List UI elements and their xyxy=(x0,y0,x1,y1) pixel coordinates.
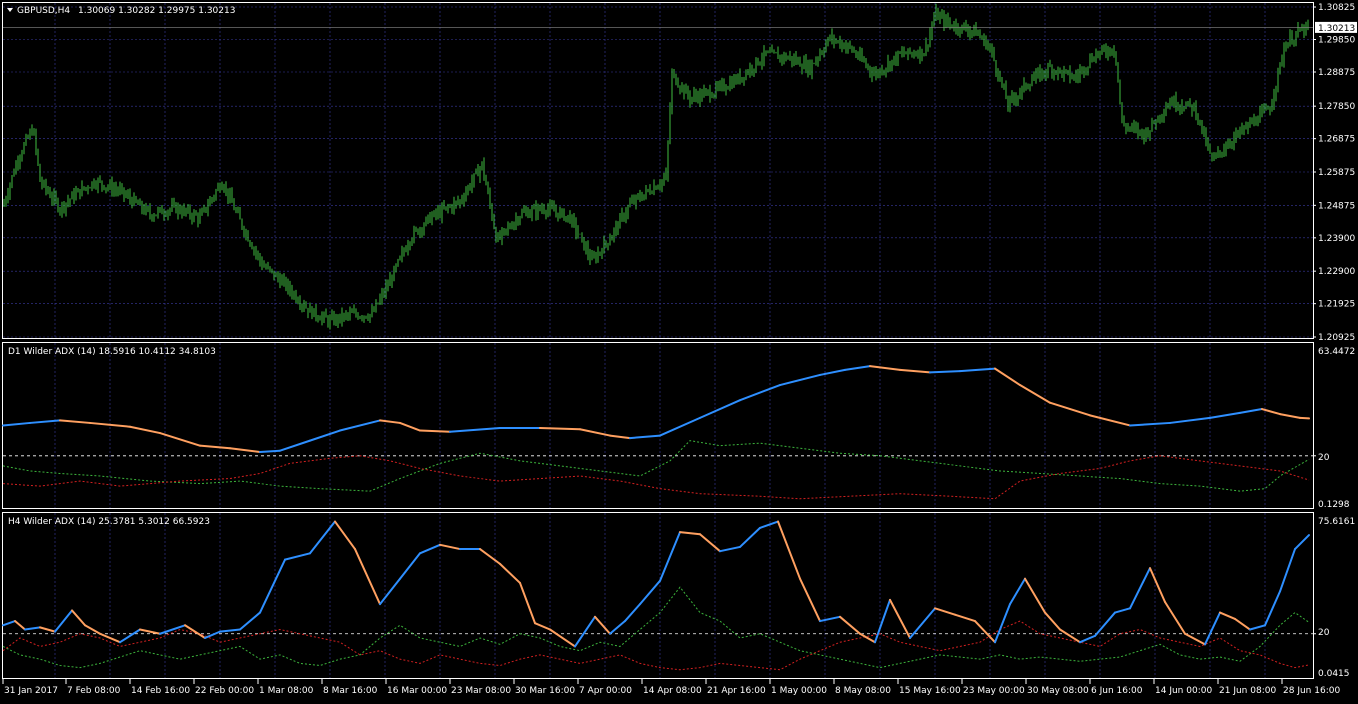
time-tick-label: 16 Mar 00:00 xyxy=(387,686,447,696)
time-tick-label: 23 Mar 08:00 xyxy=(451,686,511,696)
price-tick-label: 1.23900 xyxy=(1318,234,1355,244)
price-tick-label: 1.22900 xyxy=(1318,267,1355,277)
adx-d1-min: 0.1298 xyxy=(1318,500,1350,510)
adx-h4-min: 0.0415 xyxy=(1318,669,1350,679)
time-tick-label: 23 May 00:00 xyxy=(963,686,1025,696)
chart-window[interactable]: GBPUSD,H4 1.30069 1.30282 1.29975 1.3021… xyxy=(0,0,1358,700)
price-tick-label: 1.27850 xyxy=(1318,102,1355,112)
time-tick-label: 14 Feb 16:00 xyxy=(131,686,190,696)
time-tick-label: 14 Jun 00:00 xyxy=(1155,686,1212,696)
main-title: GBPUSD,H4 1.30069 1.30282 1.29975 1.3021… xyxy=(7,6,235,16)
price-tick-label: 1.21925 xyxy=(1318,300,1355,310)
adx-d1-max: 63.4472 xyxy=(1318,347,1355,357)
adx-line-segment xyxy=(259,449,281,453)
time-tick-label: 21 Apr 16:00 xyxy=(707,686,766,696)
adx-d1-level: 20 xyxy=(1318,453,1330,463)
adx-line-segment xyxy=(539,426,581,431)
adx-d1-title: D1 Wilder ADX (14) 18.5916 10.4112 34.81… xyxy=(8,347,216,357)
time-tick-label: 8 May 08:00 xyxy=(835,686,891,696)
adx-h4-max: 75.6161 xyxy=(1318,517,1355,527)
adx-line-segment xyxy=(929,370,961,374)
time-tick-label: 8 Mar 16:00 xyxy=(323,686,378,696)
time-tick-label: 31 Jan 2017 xyxy=(4,686,58,696)
time-tick-label: 21 Jun 08:00 xyxy=(1219,686,1276,696)
time-tick-label: 1 Mar 08:00 xyxy=(259,686,314,696)
time-tick-label: 7 Feb 08:00 xyxy=(67,686,121,696)
time-tick-label: 6 Jun 16:00 xyxy=(1091,686,1143,696)
adx-h4-title: H4 Wilder ADX (14) 25.3781 5.3012 66.592… xyxy=(8,517,210,527)
time-tick-label: 15 May 16:00 xyxy=(899,686,961,696)
symbol-label: GBPUSD,H4 xyxy=(17,6,70,16)
time-tick-label: 1 May 00:00 xyxy=(771,686,827,696)
current-price-value: 1.30213 xyxy=(1318,24,1355,34)
price-tick-label: 1.25875 xyxy=(1318,168,1355,178)
time-tick-label: 22 Feb 00:00 xyxy=(195,686,254,696)
ohlc-label: 1.30069 1.30282 1.29975 1.30213 xyxy=(78,6,235,16)
price-tick-label: 1.30825 xyxy=(1318,3,1355,13)
adx-h4-level: 20 xyxy=(1318,628,1330,638)
time-tick-label: 30 May 08:00 xyxy=(1027,686,1089,696)
time-tick-label: 14 Apr 08:00 xyxy=(643,686,702,696)
price-tick-label: 1.26875 xyxy=(1318,135,1355,145)
price-tick-label: 1.24875 xyxy=(1318,201,1355,211)
trading-terminal: GBPUSD,H4 1.30069 1.30282 1.29975 1.3021… xyxy=(0,0,1358,700)
price-tick-label: 1.28875 xyxy=(1318,68,1355,78)
price-tick-label: 1.20925 xyxy=(1318,333,1355,343)
current-price-tag: 1.30213 xyxy=(1315,21,1357,34)
adx-line-segment xyxy=(1299,416,1310,420)
price-tick-label: 1.29850 xyxy=(1318,36,1355,46)
time-tick-label: 7 Apr 00:00 xyxy=(579,686,632,696)
time-tick-label: 30 Mar 16:00 xyxy=(515,686,575,696)
time-tick-label: 28 Jun 16:00 xyxy=(1283,686,1340,696)
adx-line-segment xyxy=(419,429,451,433)
